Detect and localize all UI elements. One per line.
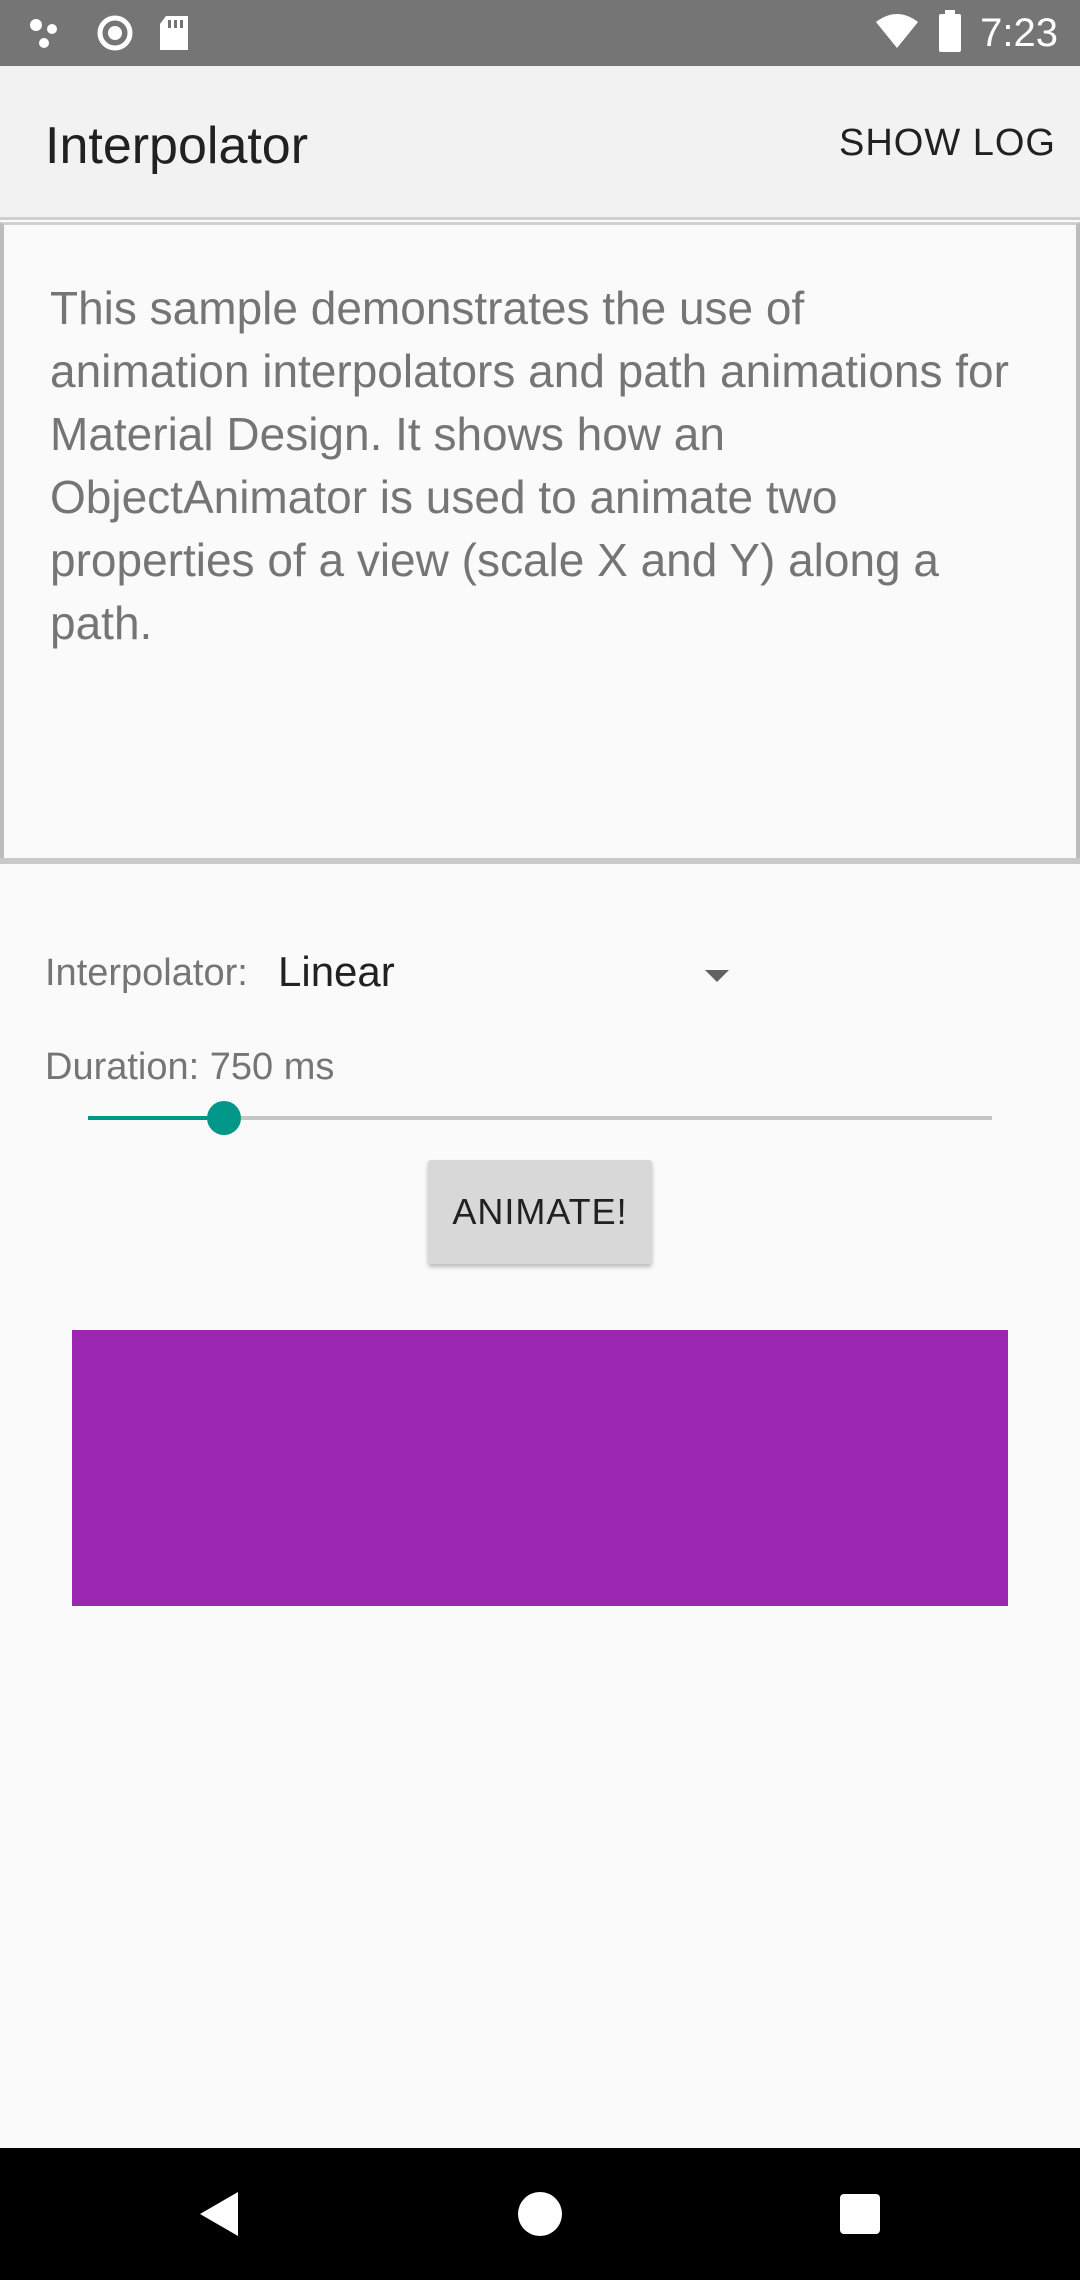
sd-card-icon bbox=[158, 14, 190, 57]
dropdown-arrow-icon[interactable] bbox=[705, 970, 729, 982]
navigation-bar bbox=[0, 2148, 1080, 2280]
duration-slider-thumb[interactable] bbox=[206, 1101, 241, 1135]
page-title: Interpolator bbox=[45, 117, 309, 175]
notification-dots-icon bbox=[28, 15, 72, 56]
divider bbox=[0, 858, 1080, 864]
sync-circle-icon bbox=[96, 14, 134, 57]
animate-button[interactable]: ANIMATE! bbox=[428, 1160, 652, 1264]
status-bar-right: 7:23 bbox=[874, 8, 1058, 58]
wifi-icon bbox=[874, 12, 920, 55]
status-time: 7:23 bbox=[980, 11, 1058, 55]
duration-slider[interactable] bbox=[88, 1101, 992, 1135]
back-icon[interactable] bbox=[200, 2192, 238, 2236]
show-log-button[interactable]: SHOW LOG bbox=[839, 122, 1056, 165]
duration-slider-fill bbox=[88, 1116, 224, 1120]
battery-icon bbox=[938, 9, 962, 57]
description-panel: This sample demonstrates the use of anim… bbox=[0, 222, 1080, 862]
app-bar: Interpolator SHOW LOG bbox=[0, 66, 1080, 220]
recents-icon[interactable] bbox=[840, 2194, 880, 2234]
home-icon[interactable] bbox=[518, 2192, 562, 2236]
status-bar: 7:23 bbox=[0, 0, 1080, 66]
status-bar-left bbox=[28, 14, 190, 57]
duration-label: Duration: 750 ms bbox=[45, 1046, 335, 1088]
animated-view bbox=[72, 1330, 1008, 1606]
screen: 7:23 Interpolator SHOW LOG This sample d… bbox=[0, 0, 1080, 2280]
description-text: This sample demonstrates the use of anim… bbox=[50, 282, 1009, 649]
interpolator-label: Interpolator: bbox=[45, 952, 248, 994]
interpolator-spinner[interactable]: Linear bbox=[278, 948, 395, 996]
